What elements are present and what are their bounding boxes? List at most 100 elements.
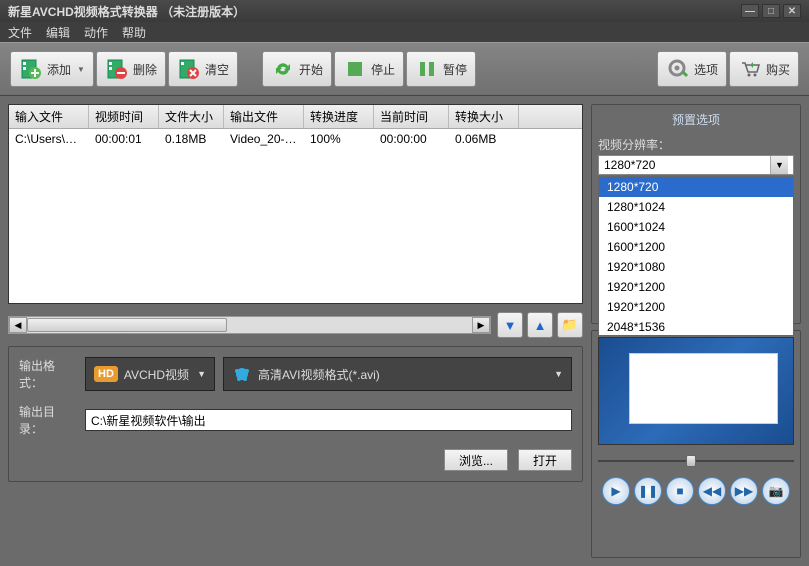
prev-icon: ◀◀: [703, 484, 721, 498]
output-panel: 输出格式： HD AVCHD视频 ▼ 高清AVI视频格式(*.avi) ▼ 输出…: [8, 346, 583, 482]
browse-button[interactable]: 浏览...: [444, 449, 508, 471]
open-button[interactable]: 打开: [518, 449, 572, 471]
folder-icon: 📁: [562, 317, 578, 333]
pause-button[interactable]: 暂停: [406, 51, 476, 87]
stop-icon: ■: [676, 484, 683, 498]
close-button[interactable]: ✕: [783, 4, 801, 18]
format2-icon: [232, 364, 252, 384]
toolbar: 添加 ▼ 删除 清空 开始 停止 暂停 选项: [0, 42, 809, 96]
options-button[interactable]: 选项: [657, 51, 727, 87]
th-curtime[interactable]: 当前时间: [374, 105, 449, 128]
menu-file[interactable]: 文件: [8, 24, 32, 41]
resolution-option[interactable]: 1920*1080: [599, 257, 793, 277]
output-format-combo1[interactable]: HD AVCHD视频 ▼: [85, 357, 215, 391]
stop-button[interactable]: 停止: [334, 51, 404, 87]
scroll-right-icon[interactable]: ▶: [472, 317, 490, 333]
cell-videotime: 00:00:01: [89, 129, 159, 149]
file-table: 输入文件 视频时间 文件大小 输出文件 转换进度 当前时间 转换大小 C:\Us…: [8, 104, 583, 304]
add-label: 添加: [47, 61, 71, 78]
chevron-down-icon: ▼: [554, 369, 563, 379]
seek-slider[interactable]: [598, 453, 794, 469]
start-label: 开始: [299, 61, 323, 78]
arrow-up-icon: ▲: [534, 318, 547, 333]
horizontal-scrollbar[interactable]: ◀ ▶: [8, 316, 491, 334]
resolution-option[interactable]: 1600*1024: [599, 217, 793, 237]
cell-convsize: 0.06MB: [449, 129, 519, 149]
hd-badge-icon: HD: [94, 366, 118, 382]
next-button[interactable]: ▶▶: [730, 477, 758, 505]
pause-icon: [415, 57, 439, 81]
film-delete-icon: [105, 57, 129, 81]
resolution-dropdown[interactable]: 1280*720 ▼ 1280*720 1280*1024 1600*1024 …: [598, 155, 794, 175]
snapshot-button[interactable]: 📷: [762, 477, 790, 505]
move-down-button[interactable]: ▼: [497, 312, 523, 338]
th-input[interactable]: 输入文件: [9, 105, 89, 128]
cell-curtime: 00:00:00: [374, 129, 449, 149]
buy-label: 购买: [766, 61, 790, 78]
format2-value: 高清AVI视频格式(*.avi): [258, 366, 380, 383]
resolution-label: 视频分辨率：: [598, 136, 794, 153]
seek-thumb[interactable]: [686, 455, 696, 467]
cell-progress: 100%: [304, 129, 374, 149]
resolution-option[interactable]: 1920*1200: [599, 297, 793, 317]
th-convsize[interactable]: 转换大小: [449, 105, 519, 128]
add-button[interactable]: 添加 ▼: [10, 51, 94, 87]
folder-button[interactable]: 📁: [557, 312, 583, 338]
menu-bar: 文件 编辑 动作 帮助: [0, 22, 809, 42]
preview-image: [598, 337, 794, 445]
maximize-button[interactable]: □: [762, 4, 780, 18]
pause-playback-button[interactable]: ❚❚: [634, 477, 662, 505]
camera-icon: 📷: [769, 484, 784, 498]
delete-button[interactable]: 删除: [96, 51, 166, 87]
clear-label: 清空: [205, 61, 229, 78]
play-button[interactable]: ▶: [602, 477, 630, 505]
menu-edit[interactable]: 编辑: [46, 24, 70, 41]
th-progress[interactable]: 转换进度: [304, 105, 374, 128]
th-videotime[interactable]: 视频时间: [89, 105, 159, 128]
resolution-selected[interactable]: 1280*720 ▼: [598, 155, 794, 175]
minimize-button[interactable]: —: [741, 4, 759, 18]
stop-label: 停止: [371, 61, 395, 78]
chevron-down-icon: ▼: [77, 65, 85, 74]
cart-icon: [738, 57, 762, 81]
resolution-option[interactable]: 2048*1536: [599, 317, 793, 336]
clear-button[interactable]: 清空: [168, 51, 238, 87]
start-button[interactable]: 开始: [262, 51, 332, 87]
pause-icon: ❚❚: [638, 484, 658, 498]
resolution-list: 1280*720 1280*1024 1600*1024 1600*1200 1…: [598, 176, 794, 336]
resolution-option[interactable]: 1920*1200: [599, 277, 793, 297]
stop-playback-button[interactable]: ■: [666, 477, 694, 505]
pause-label: 暂停: [443, 61, 467, 78]
table-row[interactable]: C:\Users\pc\... 00:00:01 0.18MB Video_20…: [9, 129, 582, 149]
window-title: 新星AVCHD视频格式转换器 （未注册版本）: [8, 3, 245, 20]
preset-title: 预置选项: [598, 109, 794, 132]
menu-help[interactable]: 帮助: [122, 24, 146, 41]
preview-panel: ▶ ❚❚ ■ ◀◀ ▶▶ 📷: [591, 330, 801, 558]
delete-label: 删除: [133, 61, 157, 78]
prev-button[interactable]: ◀◀: [698, 477, 726, 505]
chevron-down-icon: ▼: [197, 369, 206, 379]
th-filesize[interactable]: 文件大小: [159, 105, 224, 128]
output-dir-input[interactable]: [85, 409, 572, 431]
gear-icon: [666, 57, 690, 81]
buy-button[interactable]: 购买: [729, 51, 799, 87]
chevron-down-icon: ▼: [770, 156, 788, 174]
resolution-option[interactable]: 1280*720: [599, 177, 793, 197]
resolution-option[interactable]: 1280*1024: [599, 197, 793, 217]
preset-panel: 预置选项 视频分辨率： 1280*720 ▼ 1280*720 1280*102…: [591, 104, 801, 324]
cell-filesize: 0.18MB: [159, 129, 224, 149]
move-up-button[interactable]: ▲: [527, 312, 553, 338]
table-header: 输入文件 视频时间 文件大小 输出文件 转换进度 当前时间 转换大小: [9, 105, 582, 129]
cell-input: C:\Users\pc\...: [9, 129, 89, 149]
resolution-option[interactable]: 1600*1200: [599, 237, 793, 257]
window-controls: — □ ✕: [741, 4, 801, 18]
refresh-icon: [271, 57, 295, 81]
output-format-label: 输出格式：: [19, 357, 77, 391]
playback-controls: ▶ ❚❚ ■ ◀◀ ▶▶ 📷: [598, 477, 794, 505]
scroll-left-icon[interactable]: ◀: [9, 317, 27, 333]
menu-action[interactable]: 动作: [84, 24, 108, 41]
next-icon: ▶▶: [735, 484, 753, 498]
output-format-combo2[interactable]: 高清AVI视频格式(*.avi) ▼: [223, 357, 572, 391]
th-output[interactable]: 输出文件: [224, 105, 304, 128]
scroll-thumb[interactable]: [27, 318, 227, 332]
